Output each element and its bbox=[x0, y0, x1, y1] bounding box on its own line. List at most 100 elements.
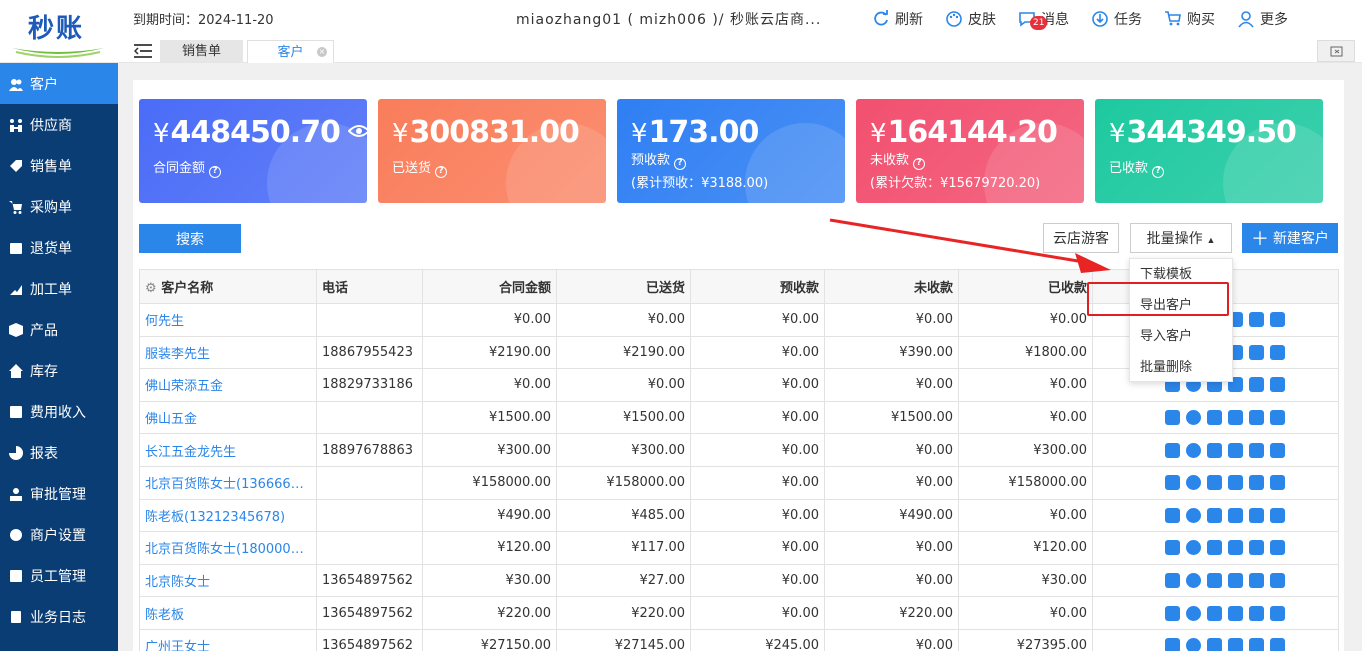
yen-icon[interactable] bbox=[1270, 573, 1285, 589]
customer-name-link[interactable]: 何先生 bbox=[139, 303, 317, 337]
minus-icon[interactable] bbox=[1186, 442, 1201, 458]
help-icon[interactable]: ? bbox=[913, 158, 926, 170]
yen-icon[interactable] bbox=[1270, 475, 1285, 491]
message-button[interactable]: 21 消息 bbox=[1018, 6, 1069, 32]
inbox-icon[interactable] bbox=[1249, 410, 1264, 426]
download-icon[interactable] bbox=[1228, 475, 1243, 491]
dropdown-item-2[interactable]: 导入客户 bbox=[1130, 321, 1232, 352]
edit-icon[interactable] bbox=[1207, 442, 1222, 458]
yen-icon[interactable] bbox=[1270, 377, 1285, 393]
edit-icon[interactable] bbox=[1207, 573, 1222, 589]
customer-name-link[interactable]: 北京陈女士 bbox=[139, 563, 317, 598]
help-icon[interactable]: ? bbox=[674, 158, 687, 170]
download-icon[interactable] bbox=[1228, 540, 1243, 556]
customer-name-link[interactable]: 服装李先生 bbox=[139, 335, 317, 370]
customer-name-link[interactable]: 北京百货陈女士(18000000000) bbox=[139, 531, 317, 565]
yen-icon[interactable] bbox=[1270, 638, 1285, 651]
yen-icon[interactable] bbox=[1270, 410, 1285, 426]
inbox-icon[interactable] bbox=[1249, 540, 1264, 556]
skin-button[interactable]: 皮肤 bbox=[945, 6, 996, 32]
help-icon[interactable]: ? bbox=[209, 166, 222, 178]
eye-icon[interactable] bbox=[347, 124, 367, 138]
task-button[interactable]: 任务 bbox=[1091, 6, 1142, 32]
sidebar-item-12[interactable]: 员工管理 bbox=[0, 555, 118, 596]
customer-name-link[interactable]: 佛山五金 bbox=[139, 400, 317, 435]
sidebar-item-9[interactable]: 报表 bbox=[0, 432, 118, 473]
inbox-icon[interactable] bbox=[1249, 507, 1264, 523]
tag-icon[interactable] bbox=[1165, 540, 1180, 556]
inbox-icon[interactable] bbox=[1249, 638, 1264, 651]
menu-toggle-icon[interactable] bbox=[134, 43, 152, 59]
minus-icon[interactable] bbox=[1186, 605, 1201, 621]
download-icon[interactable] bbox=[1228, 638, 1243, 651]
tag-icon[interactable] bbox=[1165, 573, 1180, 589]
sidebar-item-4[interactable]: 退货单 bbox=[0, 227, 118, 268]
yen-icon[interactable] bbox=[1270, 344, 1285, 360]
dropdown-item-3[interactable]: 批量删除 bbox=[1130, 352, 1232, 383]
sidebar-item-0[interactable]: 客户 bbox=[0, 63, 118, 104]
sidebar-item-6[interactable]: 产品 bbox=[0, 309, 118, 350]
gear-icon[interactable]: ⚙ bbox=[145, 281, 157, 296]
yen-icon[interactable] bbox=[1270, 507, 1285, 523]
yen-icon[interactable] bbox=[1270, 442, 1285, 458]
help-icon[interactable]: ? bbox=[1152, 166, 1165, 178]
inbox-icon[interactable] bbox=[1249, 377, 1264, 393]
account-info[interactable]: miaozhang01 ( mizh006 )/ 秒账云店商... bbox=[516, 9, 862, 29]
edit-icon[interactable] bbox=[1207, 638, 1222, 651]
help-icon[interactable]: ? bbox=[435, 166, 448, 178]
download-icon[interactable] bbox=[1228, 605, 1243, 621]
more-button[interactable]: 更多 bbox=[1237, 6, 1288, 32]
tab-sales[interactable]: 销售单 bbox=[160, 40, 243, 63]
inbox-icon[interactable] bbox=[1249, 442, 1264, 458]
minus-icon[interactable] bbox=[1186, 410, 1201, 426]
sidebar-item-5[interactable]: 加工单 bbox=[0, 268, 118, 309]
tag-icon[interactable] bbox=[1165, 507, 1180, 523]
customer-name-link[interactable]: 长江五金龙先生 bbox=[139, 433, 317, 467]
edit-icon[interactable] bbox=[1207, 605, 1222, 621]
minus-icon[interactable] bbox=[1186, 507, 1201, 523]
minus-icon[interactable] bbox=[1186, 475, 1201, 491]
download-icon[interactable] bbox=[1228, 442, 1243, 458]
minus-icon[interactable] bbox=[1186, 540, 1201, 556]
sidebar-item-13[interactable]: 业务日志 bbox=[0, 596, 118, 637]
tag-icon[interactable] bbox=[1165, 410, 1180, 426]
sidebar-item-7[interactable]: 库存 bbox=[0, 350, 118, 391]
yen-icon[interactable] bbox=[1270, 312, 1285, 328]
edit-icon[interactable] bbox=[1207, 475, 1222, 491]
tag-icon[interactable] bbox=[1165, 442, 1180, 458]
yen-icon[interactable] bbox=[1270, 605, 1285, 621]
customer-name-link[interactable]: 广州王女士 bbox=[139, 628, 317, 651]
download-icon[interactable] bbox=[1228, 573, 1243, 589]
minus-icon[interactable] bbox=[1186, 638, 1201, 651]
customer-name-link[interactable]: 陈老板 bbox=[139, 596, 317, 630]
buy-button[interactable]: 购买 bbox=[1164, 6, 1215, 32]
sidebar-item-10[interactable]: 审批管理 bbox=[0, 473, 118, 514]
yen-icon[interactable] bbox=[1270, 540, 1285, 556]
new-customer-button[interactable]: ＋ 新建客户 bbox=[1242, 223, 1338, 253]
fullscreen-button[interactable] bbox=[1317, 40, 1355, 62]
customer-name-link[interactable]: 佛山荣添五金 bbox=[139, 368, 317, 402]
inbox-icon[interactable] bbox=[1249, 344, 1264, 360]
sidebar-item-1[interactable]: 供应商 bbox=[0, 104, 118, 145]
download-icon[interactable] bbox=[1228, 410, 1243, 426]
inbox-icon[interactable] bbox=[1249, 475, 1264, 491]
batch-operation-button[interactable]: 批量操作 ▲ bbox=[1130, 223, 1232, 253]
inbox-icon[interactable] bbox=[1249, 605, 1264, 621]
edit-icon[interactable] bbox=[1207, 540, 1222, 556]
sidebar-item-3[interactable]: 采购单 bbox=[0, 186, 118, 227]
sidebar-item-8[interactable]: 费用收入 bbox=[0, 391, 118, 432]
tag-icon[interactable] bbox=[1165, 638, 1180, 651]
tag-icon[interactable] bbox=[1165, 475, 1180, 491]
customer-name-link[interactable]: 陈老板(13212345678) bbox=[139, 498, 317, 533]
customer-name-link[interactable]: 北京百货陈女士(13666666666) bbox=[139, 465, 317, 500]
search-button[interactable]: 搜索 bbox=[139, 224, 241, 253]
minus-icon[interactable] bbox=[1186, 573, 1201, 589]
sidebar-item-11[interactable]: 商户设置 bbox=[0, 514, 118, 555]
sidebar-item-2[interactable]: 销售单 bbox=[0, 145, 118, 186]
inbox-icon[interactable] bbox=[1249, 312, 1264, 328]
tab-customer[interactable]: 客户 × bbox=[247, 40, 334, 63]
download-icon[interactable] bbox=[1228, 507, 1243, 523]
close-icon[interactable]: × bbox=[317, 47, 327, 57]
inbox-icon[interactable] bbox=[1249, 573, 1264, 589]
edit-icon[interactable] bbox=[1207, 410, 1222, 426]
